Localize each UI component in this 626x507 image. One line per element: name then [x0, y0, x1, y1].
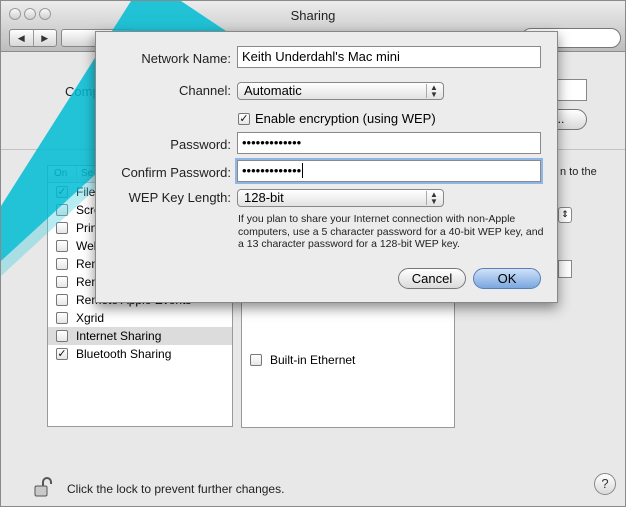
password-label: Password:: [170, 137, 231, 152]
right-popup-arrow-icon[interactable]: ⇕: [558, 207, 572, 223]
encryption-label: Enable encryption (using WEP): [255, 111, 436, 126]
service-checkbox[interactable]: [56, 204, 68, 216]
confirm-password-value: •••••••••••••: [242, 163, 302, 178]
service-row[interactable]: ✓ Bluetooth Sharing: [48, 345, 232, 363]
channel-label: Channel:: [178, 83, 231, 98]
channel-popup[interactable]: Automatic ▲ ▼: [237, 82, 444, 100]
service-checkbox[interactable]: [56, 312, 68, 324]
right-note-text: n to the: [560, 166, 597, 178]
cancel-button[interactable]: Cancel: [398, 268, 466, 289]
popup-arrows-icon: ▲ ▼: [426, 191, 441, 206]
internet-sharing-options-sheet: Network Name: Keith Underdahl's Mac mini…: [95, 31, 558, 303]
right-field[interactable]: [558, 260, 572, 278]
forward-arrow-icon[interactable]: ▶: [34, 30, 57, 46]
service-checkbox[interactable]: [56, 294, 68, 306]
service-checkbox[interactable]: [56, 222, 68, 234]
wep-key-length-popup[interactable]: 128-bit ▲ ▼: [237, 189, 444, 207]
lock-text: Click the lock to prevent further change…: [67, 482, 285, 496]
window-title: Sharing: [290, 8, 336, 23]
service-label: Internet Sharing: [76, 329, 162, 343]
service-checkbox[interactable]: [56, 258, 68, 270]
service-checkbox[interactable]: ✓: [56, 348, 68, 360]
on-column-header[interactable]: On: [48, 166, 77, 182]
service-row[interactable]: Internet Sharing: [48, 327, 232, 345]
help-button[interactable]: ?: [594, 473, 616, 495]
confirm-password-label: Confirm Password:: [121, 165, 231, 180]
sharing-window: Sharing ◀▶ Computer Name: t... On Se ✓Fi…: [0, 0, 626, 507]
ok-button[interactable]: OK: [473, 268, 541, 289]
service-checkbox[interactable]: [56, 276, 68, 288]
port-list: Built-in Ethernet: [241, 295, 455, 428]
service-checkbox[interactable]: ✓: [56, 186, 68, 198]
wep-key-length-label: WEP Key Length:: [128, 190, 231, 205]
nav-buttons: ◀ ▶: [9, 29, 57, 47]
service-label: Xgrid: [76, 311, 105, 325]
service-checkbox[interactable]: [56, 330, 68, 342]
service-column-header[interactable]: Se: [77, 166, 93, 182]
wep-key-length-value: 128-bit: [244, 190, 284, 205]
unlocked-lock-icon[interactable]: [33, 476, 55, 498]
service-label: Bluetooth Sharing: [76, 347, 172, 361]
password-field[interactable]: •••••••••••••: [237, 132, 541, 154]
port-label: Built-in Ethernet: [270, 353, 356, 367]
network-name-field[interactable]: Keith Underdahl's Mac mini: [237, 46, 541, 68]
back-arrow-icon[interactable]: ◀: [10, 30, 34, 46]
port-checkbox[interactable]: [250, 354, 262, 366]
port-row[interactable]: Built-in Ethernet: [242, 351, 454, 369]
computer-name-field[interactable]: [557, 79, 587, 101]
confirm-password-field[interactable]: •••••••••••••: [237, 160, 541, 182]
wep-info-text: If you plan to share your Internet conne…: [238, 213, 544, 250]
port-rows: Built-in Ethernet: [242, 296, 454, 369]
popup-arrows-icon: ▲ ▼: [426, 84, 441, 99]
network-name-label: Network Name:: [141, 51, 231, 66]
channel-value: Automatic: [244, 83, 302, 98]
service-row[interactable]: Xgrid: [48, 309, 232, 327]
encryption-option[interactable]: ✓ Enable encryption (using WEP): [238, 111, 436, 126]
service-checkbox[interactable]: [56, 240, 68, 252]
encryption-checkbox[interactable]: ✓: [238, 112, 250, 125]
